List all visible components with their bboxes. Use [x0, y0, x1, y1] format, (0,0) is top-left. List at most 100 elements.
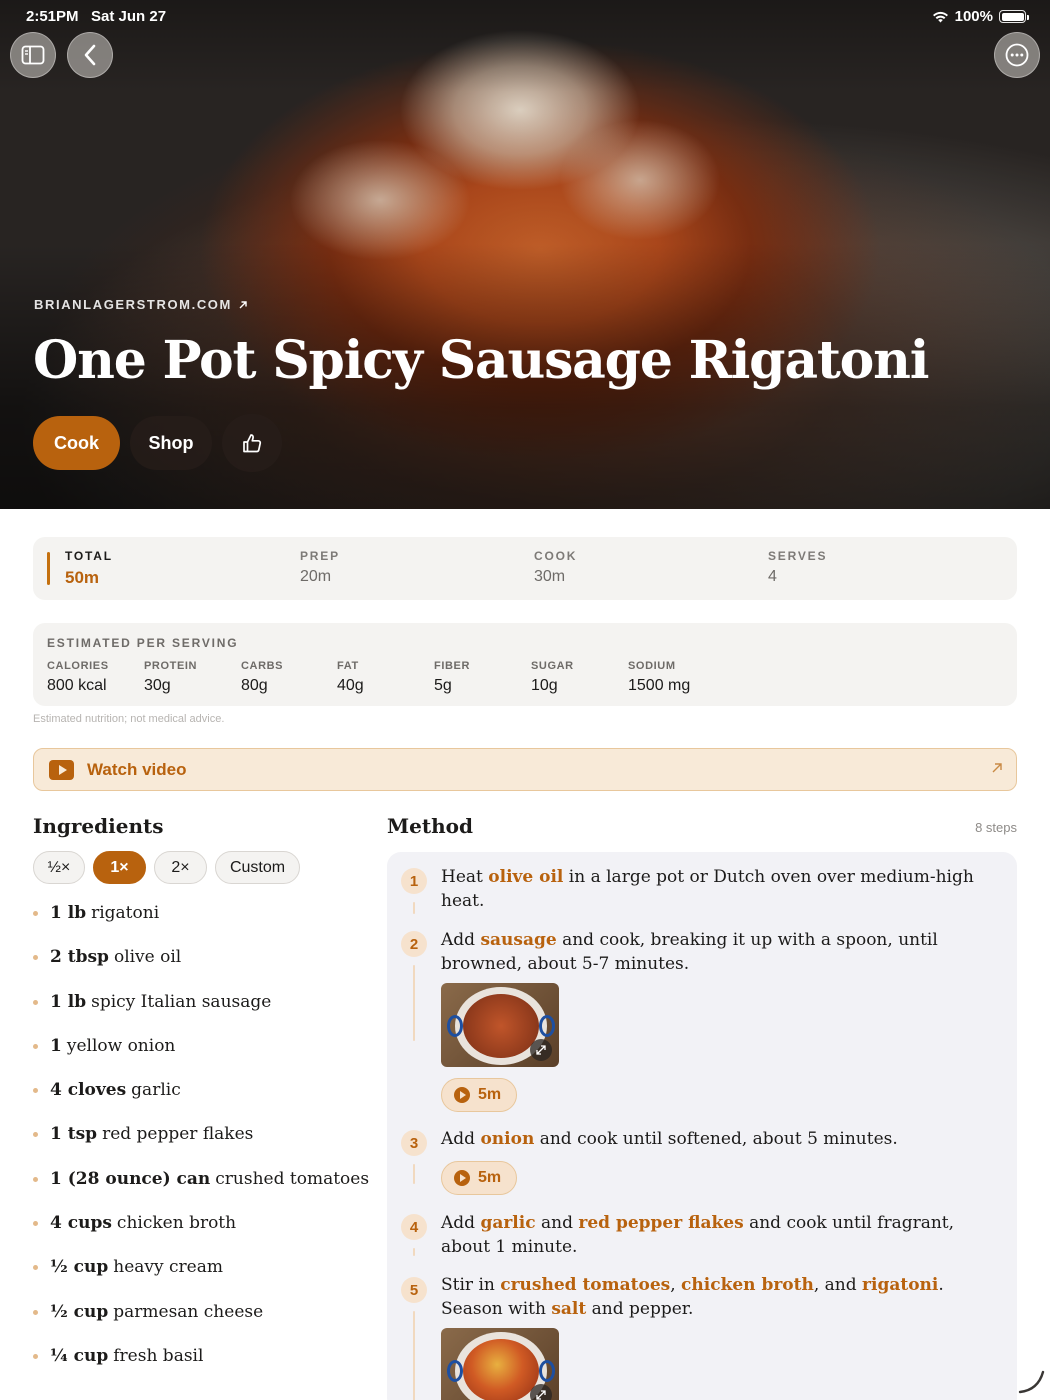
step-text-segment: Stir in	[441, 1275, 501, 1295]
step-timer-button[interactable]: 5m	[441, 1161, 517, 1195]
ingredient-qty: 1 lb	[50, 903, 87, 923]
expand-icon[interactable]	[530, 1039, 552, 1061]
sidebar-toggle-button[interactable]	[10, 32, 56, 78]
ingredient-link[interactable]: rigatoni	[862, 1275, 938, 1295]
step-text-segment: and	[535, 1213, 579, 1233]
nutrition-item: SODIUM 1500 mg	[628, 660, 690, 695]
time-cook[interactable]: COOK 30m	[534, 549, 577, 586]
time-total[interactable]: TOTAL 50m	[65, 549, 113, 588]
ingredient-link[interactable]: crushed tomatoes	[500, 1275, 670, 1295]
status-date: Sat Jun 27	[91, 8, 167, 25]
ingredient-item[interactable]: ½ cup heavy cream	[33, 1257, 369, 1301]
scale-half-button[interactable]: ½×	[33, 851, 85, 884]
time-prep[interactable]: PREP 20m	[300, 549, 340, 586]
pot-contents	[463, 1339, 539, 1400]
ingredient-item[interactable]: 4 cups chicken broth	[33, 1213, 369, 1257]
scale-1x-button[interactable]: 1×	[93, 851, 146, 884]
expand-icon[interactable]	[530, 1384, 552, 1400]
ingredient-item[interactable]: 1 (28 ounce) can crushed tomatoes	[33, 1169, 369, 1213]
ingredient-name: chicken broth	[116, 1213, 237, 1234]
nutrition-item: SUGAR 10g	[531, 660, 574, 695]
ingredient-qty: 4 cups	[50, 1213, 112, 1234]
step-photo[interactable]	[441, 983, 559, 1067]
bullet-icon	[33, 1088, 38, 1094]
ingredient-item[interactable]: 1 yellow onion	[33, 1036, 369, 1080]
play-timer-icon	[454, 1087, 470, 1103]
ingredients-title: Ingredients	[33, 814, 164, 838]
ingredient-link[interactable]: garlic	[480, 1213, 535, 1233]
nutrition-item: CARBS 80g	[241, 660, 283, 695]
like-button[interactable]	[222, 414, 282, 472]
status-clock: 2:51PM	[26, 8, 79, 25]
ingredient-link[interactable]: chicken broth	[681, 1275, 814, 1295]
step-text: Heat olive oil in a large pot or Dutch o…	[441, 865, 1001, 913]
time-value: 4	[768, 568, 777, 585]
shop-button[interactable]: Shop	[130, 416, 212, 470]
time-label: TOTAL	[65, 549, 113, 563]
step-text: Add garlic and red pepper flakes and coo…	[441, 1211, 1001, 1259]
time-value: 30m	[534, 568, 566, 585]
step-text: Add sausage and cook, breaking it up wit…	[441, 928, 1001, 976]
ingredient-qty: 1	[50, 1035, 62, 1056]
pot-handle	[539, 1015, 555, 1037]
nutrition-value: 80g	[241, 677, 268, 694]
ingredient-item[interactable]: 4 cloves garlic	[33, 1080, 369, 1124]
ingredient-link[interactable]: olive oil	[488, 867, 563, 887]
watch-video-button[interactable]: Watch video	[33, 748, 1017, 791]
bullet-icon	[33, 1221, 38, 1227]
step-text-segment: and pepper.	[586, 1299, 694, 1319]
nutrition-item: PROTEIN 30g	[144, 660, 197, 695]
ingredient-link[interactable]: salt	[551, 1299, 586, 1319]
nutrition-value: 800 kcal	[47, 677, 107, 694]
ingredient-item[interactable]: ¼ cup fresh basil	[33, 1346, 369, 1390]
step-connector	[413, 965, 415, 1041]
external-arrow-icon	[239, 300, 247, 308]
ingredient-qty: 1 lb	[50, 991, 87, 1012]
nutrition-value: 1500 mg	[628, 677, 691, 694]
ingredient-item[interactable]: 1 lb spicy Italian sausage	[33, 992, 369, 1036]
scale-2x-button[interactable]: 2×	[154, 851, 207, 884]
ingredient-item[interactable]: 2 tbsp olive oil	[33, 947, 369, 991]
time-serves[interactable]: SERVES 4	[768, 549, 827, 586]
ingredient-link[interactable]: red pepper flakes	[578, 1213, 743, 1233]
step-text-segment: Add	[441, 930, 481, 950]
step-text-segment: and cook until softened, about 5 minutes…	[534, 1129, 898, 1149]
source-link[interactable]: BRIANLAGERSTROM.COM	[34, 297, 248, 312]
bullet-icon	[33, 1132, 38, 1138]
ingredient-name: rigatoni	[91, 903, 160, 923]
bullet-icon	[33, 911, 38, 916]
ingredient-name: spicy Italian sausage	[91, 991, 272, 1012]
step-photo[interactable]	[441, 1328, 559, 1400]
step-text-segment: Add	[441, 1213, 481, 1233]
time-label: PREP	[300, 549, 340, 563]
back-button[interactable]	[67, 32, 113, 78]
bullet-icon	[33, 1353, 38, 1359]
more-options-button[interactable]	[994, 32, 1040, 78]
nutrition-item: CALORIES 800 kcal	[47, 660, 109, 695]
ingredient-item[interactable]: ½ cup parmesan cheese	[33, 1302, 369, 1346]
ingredient-qty: 4 cloves	[50, 1080, 127, 1101]
ingredient-link[interactable]: sausage	[480, 930, 556, 950]
time-value: 20m	[300, 568, 332, 585]
ingredient-name: parmesan cheese	[113, 1301, 264, 1322]
step-text-segment: ,	[670, 1275, 682, 1295]
ingredient-link[interactable]: onion	[480, 1129, 534, 1149]
status-time: 2:51PM Sat Jun 27	[26, 8, 166, 25]
nutrition-label: SUGAR	[531, 660, 574, 672]
bullet-icon	[33, 1265, 38, 1271]
nutrition-label: FAT	[337, 660, 359, 672]
nutrition-label: CALORIES	[47, 660, 109, 672]
scale-custom-button[interactable]: Custom	[215, 851, 300, 884]
ingredient-item[interactable]: 1 lb rigatoni	[33, 903, 369, 947]
timer-label: 5m	[478, 1086, 502, 1103]
step-timer-button[interactable]: 5m	[441, 1078, 517, 1112]
nutrition-item: FAT 40g	[337, 660, 364, 695]
ingredient-item[interactable]: 1 tsp red pepper flakes	[33, 1124, 369, 1168]
ingredient-qty: 1 (28 ounce) can	[50, 1168, 211, 1189]
hero-image: 2:51PM Sat Jun 27 100% BRIANLAGERSTROM.C…	[0, 0, 1050, 509]
method-steps: 1 Heat olive oil in a large pot or Dutch…	[387, 852, 1017, 1400]
cook-button[interactable]: Cook	[33, 416, 120, 470]
scroll-indicator-icon	[1018, 1370, 1045, 1394]
step-number: 5	[401, 1277, 427, 1303]
timer-label: 5m	[478, 1169, 502, 1186]
